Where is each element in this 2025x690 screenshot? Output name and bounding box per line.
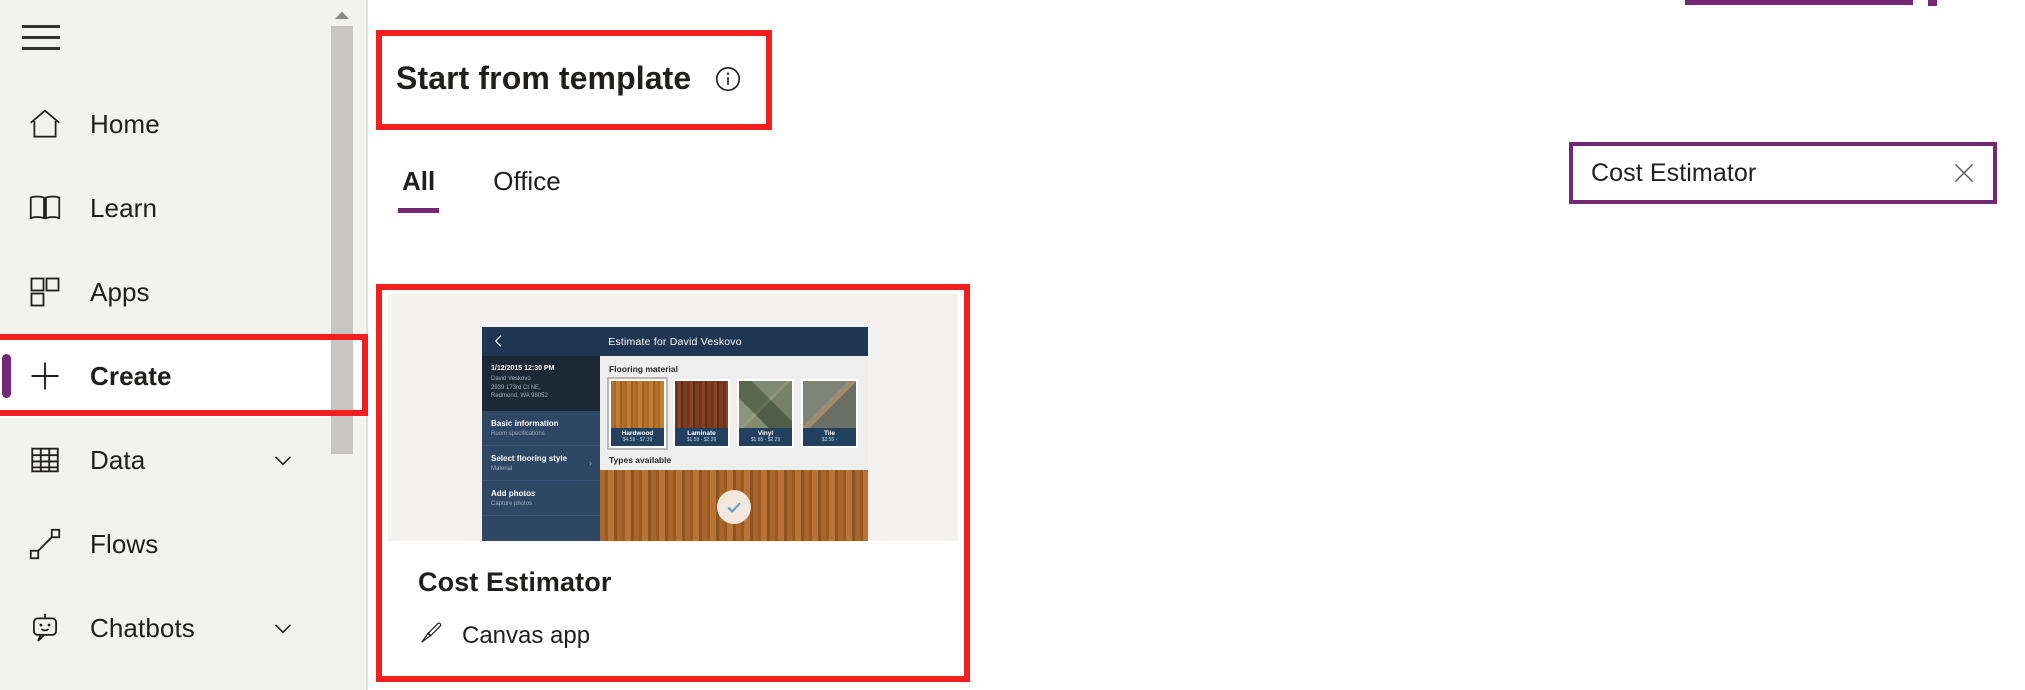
scrollbar-thumb[interactable] xyxy=(331,26,353,454)
template-card-info: Cost Estimator Canvas app xyxy=(388,541,958,651)
mockup-address-line-1: 2939 173rd Ct NE, xyxy=(491,384,541,391)
template-card-title: Cost Estimator xyxy=(418,567,612,597)
sidebar-item-label: Apps xyxy=(90,276,150,307)
tab-office[interactable]: Office xyxy=(487,160,566,213)
laminate-texture-swatch xyxy=(675,381,728,428)
material-name: Tile xyxy=(823,430,836,437)
chevron-down-icon[interactable] xyxy=(270,615,296,641)
search-input[interactable] xyxy=(1591,158,1947,188)
template-filter-tabs: All Office xyxy=(396,160,567,213)
material-price: $1.85 - $2.29 xyxy=(750,437,781,443)
sidebar-item-home[interactable]: Home xyxy=(0,82,368,166)
vinyl-texture-swatch xyxy=(739,381,792,428)
tab-all[interactable]: All xyxy=(396,160,441,213)
robot-icon xyxy=(22,605,68,651)
material-name: Laminate xyxy=(687,430,716,437)
material-price: $3.55 - xyxy=(821,437,838,443)
mockup-address-line-2: Redmond, WA 98052 xyxy=(491,393,548,400)
chevron-right-icon: › xyxy=(589,458,592,469)
mockup-material-laminate: Laminate $1.59 - $2.39 xyxy=(673,379,730,448)
tile-texture-swatch xyxy=(803,381,856,428)
page-title-row: Start from template xyxy=(396,60,743,97)
sidebar-item-learn[interactable]: Learn xyxy=(0,166,368,250)
chevron-down-icon[interactable] xyxy=(270,447,296,473)
mockup-estimate-meta: 1/12/2015 12:30 PM David Veskovo 2939 17… xyxy=(482,356,600,412)
sidebar-item-label: Home xyxy=(90,108,160,139)
material-price: $4.59 - $7.39 xyxy=(622,437,653,443)
mockup-section-subtitle: Room specifications xyxy=(491,431,545,438)
scroll-up-arrow-icon[interactable] xyxy=(330,4,354,26)
template-search-box[interactable] xyxy=(1569,142,1997,204)
mockup-left-panel: 1/12/2015 12:30 PM David Veskovo 2939 17… xyxy=(482,356,600,541)
mockup-material-heading: Flooring material xyxy=(609,364,678,374)
hardwood-texture-swatch xyxy=(611,381,664,428)
mockup-section-title: Basic information xyxy=(491,419,559,429)
sidebar-nav-list: Home Learn Apps Create Data Flows Chatbo… xyxy=(0,82,368,670)
selection-indicator xyxy=(2,354,11,398)
mockup-app-title: Estimate for David Veskovo xyxy=(608,335,742,348)
book-icon xyxy=(22,185,68,231)
chevron-left-icon xyxy=(491,333,507,349)
info-circle-icon[interactable] xyxy=(713,64,743,94)
sidebar-item-label: Data xyxy=(90,444,146,475)
apps-grid-icon xyxy=(22,269,68,315)
mockup-flooring-preview: Bolivian Rosewood $7.39/sq ft xyxy=(600,470,868,541)
home-icon xyxy=(22,101,68,147)
mockup-material-swatch-row: Hardwood $4.59 - $7.39 Laminate $1.59 - … xyxy=(600,377,868,450)
mockup-section-title: Select flooring style xyxy=(491,454,568,464)
mockup-section-subtitle: Material xyxy=(491,466,513,473)
sidebar-item-label: Learn xyxy=(90,192,157,223)
sidebar-item-label: Flows xyxy=(90,528,159,559)
sidebar-item-label: Create xyxy=(90,360,172,391)
mockup-timestamp: 1/12/2015 12:30 PM xyxy=(491,365,555,372)
sidebar-item-label: Chatbots xyxy=(90,612,195,643)
template-card-subtitle-row: Canvas app xyxy=(418,620,958,651)
mockup-material-vinyl: Vinyl $1.85 - $2.29 xyxy=(737,379,794,448)
mockup-material-tile: Tile $3.55 - xyxy=(801,379,858,448)
material-name: Hardwood xyxy=(621,430,654,437)
hamburger-menu-icon[interactable] xyxy=(22,18,66,56)
mockup-section-title: Add photos xyxy=(491,489,536,499)
mockup-topbar: Estimate for David Veskovo xyxy=(482,327,868,356)
check-icon xyxy=(717,489,751,524)
mockup-material-hardwood: Hardwood $4.59 - $7.39 xyxy=(607,377,668,450)
mockup-section-add-photos: Add photos Capture photos xyxy=(482,481,600,517)
mockup-body: 1/12/2015 12:30 PM David Veskovo 2939 17… xyxy=(482,356,868,541)
mockup-section-subtitle: Capture photos xyxy=(491,501,533,508)
template-thumbnail: Estimate for David Veskovo 1/12/2015 12:… xyxy=(388,294,958,541)
main-content: Start from template All Office Cost Esti… xyxy=(368,0,2025,690)
close-x-icon[interactable] xyxy=(1947,156,1981,190)
flow-icon xyxy=(22,521,68,567)
plus-icon xyxy=(22,353,68,399)
mockup-section-empty xyxy=(482,516,600,541)
template-card-subtitle: Canvas app xyxy=(462,621,591,649)
mockup-right-panel: Flooring material Hardwood $4.59 - $7.39 xyxy=(600,356,868,541)
mockup-customer-name: David Veskovo xyxy=(491,376,531,382)
sidebar-item-data[interactable]: Data xyxy=(0,418,368,502)
page-title: Start from template xyxy=(396,60,692,96)
sidebar-scrollbar[interactable] xyxy=(330,0,354,690)
top-accent-bar-partial xyxy=(1685,0,1913,5)
sidebar-item-apps[interactable]: Apps xyxy=(0,250,368,334)
material-name: Vinyl xyxy=(757,430,774,437)
sidebar-item-flows[interactable]: Flows xyxy=(0,502,368,586)
mockup-types-heading: Types available xyxy=(609,455,672,465)
app-preview-mockup: Estimate for David Veskovo 1/12/2015 12:… xyxy=(482,327,868,541)
template-card-cost-estimator[interactable]: Estimate for David Veskovo 1/12/2015 12:… xyxy=(388,294,958,672)
sidebar-item-chatbots[interactable]: Chatbots xyxy=(0,586,368,670)
mockup-section-basic-information: Basic information Room specifications xyxy=(482,411,600,447)
sidebar-item-create[interactable]: Create xyxy=(0,334,368,418)
top-accent-marker xyxy=(1928,0,1937,6)
paintbrush-icon xyxy=(418,620,444,651)
mockup-section-select-flooring-style: Select flooring style Material › xyxy=(482,446,600,482)
powerapps-create-page: Home Learn Apps Create Data Flows Chatbo… xyxy=(0,0,2025,690)
table-icon xyxy=(22,437,68,483)
material-price: $1.59 - $2.39 xyxy=(686,437,717,443)
left-navigation-sidebar: Home Learn Apps Create Data Flows Chatbo… xyxy=(0,0,368,690)
